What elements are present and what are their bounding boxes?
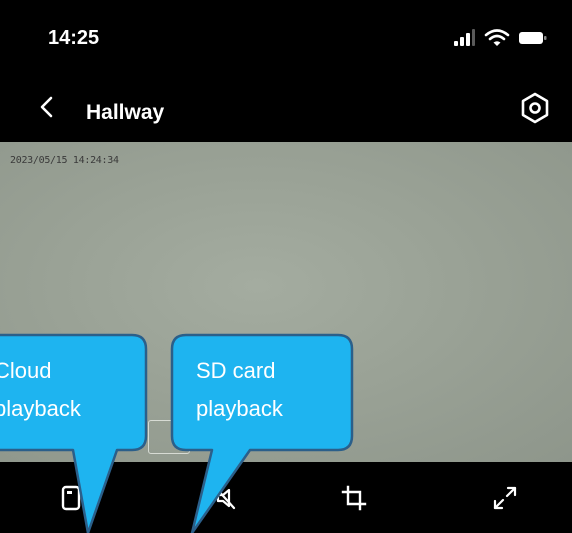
callout-sd-card-playback: SD card playback — [196, 352, 283, 428]
callout-cloud-line1: Cloud — [0, 358, 52, 383]
fullscreen-icon — [493, 486, 517, 510]
callout-cloud-line2: playback — [0, 396, 81, 421]
callout-sd-line2: playback — [196, 396, 283, 421]
mute-button[interactable] — [212, 484, 240, 512]
status-icons — [452, 28, 548, 48]
video-overlay-box — [148, 420, 190, 454]
settings-button[interactable] — [518, 91, 552, 125]
page-title: Hallway — [86, 101, 165, 124]
phone-screen: 14:25 Hallway 2023/05/15 14:24:34 Cloud … — [0, 0, 572, 533]
cloud-playback-icon — [61, 485, 81, 511]
mute-icon — [214, 486, 236, 510]
battery-icon — [519, 32, 547, 44]
cellular-signal-icon — [454, 29, 475, 46]
status-bar: 14:25 — [0, 0, 572, 72]
callout-cloud-playback: Cloud playback — [0, 352, 81, 428]
crop-button[interactable] — [340, 484, 368, 512]
settings-icon — [521, 92, 549, 124]
status-time: 14:25 — [48, 27, 100, 49]
video-feed[interactable]: 2023/05/15 14:24:34 — [0, 142, 572, 462]
control-bar — [0, 462, 572, 533]
wifi-icon — [484, 29, 510, 46]
chevron-left-icon — [40, 96, 53, 118]
video-timestamp: 2023/05/15 14:24:34 — [10, 155, 119, 166]
callout-sd-line1: SD card — [196, 358, 276, 383]
cloud-playback-button[interactable] — [58, 484, 86, 512]
back-button[interactable] — [30, 90, 64, 124]
fullscreen-button[interactable] — [491, 484, 519, 512]
crop-icon — [341, 485, 367, 511]
nav-bar: Hallway — [0, 72, 572, 142]
